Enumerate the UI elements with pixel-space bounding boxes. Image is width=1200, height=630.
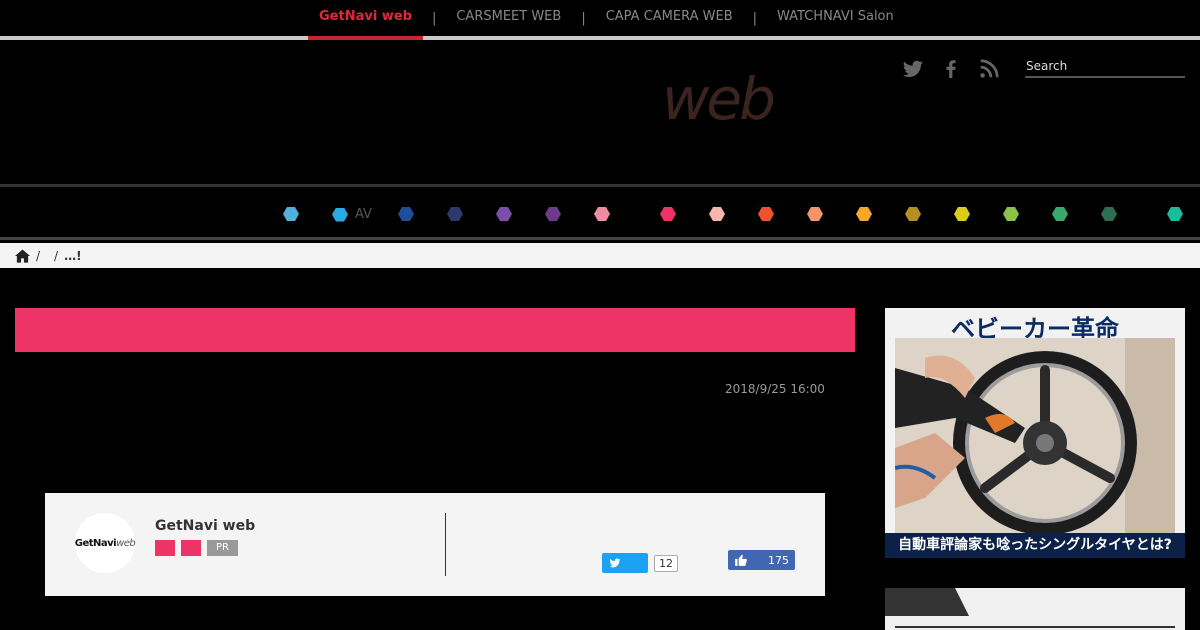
category-label: AV [355, 207, 372, 222]
category-tag[interactable] [155, 540, 175, 556]
site-header: web [0, 40, 1200, 184]
category-nav-item[interactable] [398, 207, 414, 221]
author-box: GetNavi web GetNavi web PR 12 175 [45, 493, 825, 596]
avatar-text: GetNavi [74, 537, 117, 549]
category-nav-item[interactable] [545, 207, 561, 221]
category-hex-icon [807, 207, 823, 221]
tweet-count: 12 [654, 554, 678, 572]
network-link-watchnavi[interactable]: WATCHNAVI Salon [766, 0, 905, 36]
category-nav-item[interactable] [954, 207, 970, 221]
category-nav-item[interactable] [496, 207, 512, 221]
category-hex-icon [1167, 207, 1183, 221]
category-nav-item[interactable] [807, 207, 823, 221]
category-tag[interactable] [181, 540, 201, 556]
category-hex-icon [856, 207, 872, 221]
category-hex-icon [545, 207, 561, 221]
category-nav-item[interactable] [660, 207, 676, 221]
network-bar: GetNavi web | CARSMEET WEB | CAPA CAMERA… [0, 0, 1200, 40]
breadcrumb: / / …! [0, 243, 1200, 268]
twitter-icon[interactable] [902, 58, 924, 80]
category-hex-icon [332, 207, 348, 222]
divider [445, 513, 446, 576]
category-hex-icon [709, 207, 725, 221]
category-nav-item[interactable]: AV [332, 207, 372, 222]
search-box [1025, 55, 1185, 78]
tweet-button[interactable] [602, 553, 648, 573]
tweet-widget: 12 [602, 553, 678, 573]
category-hex-icon [954, 207, 970, 221]
category-hex-icon [660, 207, 676, 221]
network-separator: | [431, 10, 437, 26]
sidebar-widget [885, 588, 1185, 630]
category-nav-item[interactable] [856, 207, 872, 221]
widget-divider [895, 626, 1175, 628]
twitter-icon [609, 558, 621, 568]
social-links [902, 58, 1000, 80]
facebook-icon[interactable] [940, 58, 962, 80]
category-nav-item[interactable] [283, 207, 299, 221]
category-hex-icon [594, 207, 610, 221]
article-title-banner [15, 308, 855, 352]
category-hex-icon [1101, 207, 1117, 221]
network-link-capa-camera[interactable]: CAPA CAMERA WEB [595, 0, 744, 36]
author-name[interactable]: GetNavi web [155, 518, 255, 534]
author-tags: PR [155, 540, 238, 556]
category-nav-item[interactable] [447, 207, 463, 221]
category-nav-item[interactable] [594, 207, 610, 221]
category-hex-icon [283, 207, 299, 221]
category-nav-item[interactable] [905, 207, 921, 221]
avatar-text-web: web [116, 537, 136, 549]
ad-image [894, 338, 1175, 535]
article-date: 2018/9/25 16:00 [725, 382, 825, 396]
avatar[interactable]: GetNavi web [74, 513, 136, 573]
facebook-like-button[interactable]: 175 [728, 550, 795, 570]
network-separator: | [581, 10, 586, 26]
category-hex-icon [905, 207, 921, 221]
rss-icon[interactable] [978, 58, 1000, 80]
sidebar-ad[interactable]: ベビーカー革命 自動車評論家も唸ったシングルタイヤとは? [885, 308, 1185, 558]
category-hex-icon [758, 207, 774, 221]
ad-caption: 自動車評論家も唸ったシングルタイヤとは? [885, 533, 1185, 558]
category-nav-item[interactable] [1052, 207, 1068, 221]
thumbs-up-icon [735, 554, 747, 566]
category-nav-item[interactable] [709, 207, 725, 221]
breadcrumb-separator: / [54, 248, 59, 263]
category-nav-item[interactable] [1003, 207, 1019, 221]
home-icon[interactable] [15, 248, 30, 263]
category-hex-icon [1003, 207, 1019, 221]
network-link-getnavi[interactable]: GetNavi web [308, 0, 423, 40]
site-logo[interactable]: web [662, 65, 776, 133]
category-nav: AV [0, 184, 1200, 240]
category-hex-icon [496, 207, 512, 221]
breadcrumb-separator: / [36, 248, 41, 263]
search-input[interactable] [1025, 56, 1185, 76]
facebook-count: 175 [768, 553, 789, 567]
category-nav-item[interactable] [758, 207, 774, 221]
network-link-carsmeet[interactable]: CARSMEET WEB [445, 0, 572, 36]
category-hex-icon [1052, 207, 1068, 221]
category-hex-icon [447, 207, 463, 221]
network-links: GetNavi web | CARSMEET WEB | CAPA CAMERA… [308, 0, 905, 40]
category-hex-icon [398, 207, 414, 221]
widget-tab[interactable] [885, 588, 969, 616]
breadcrumb-current: …! [64, 248, 82, 263]
pr-tag: PR [207, 540, 238, 556]
category-nav-item[interactable] [1167, 207, 1183, 221]
category-nav-item[interactable] [1101, 207, 1117, 221]
network-separator: | [752, 10, 758, 26]
